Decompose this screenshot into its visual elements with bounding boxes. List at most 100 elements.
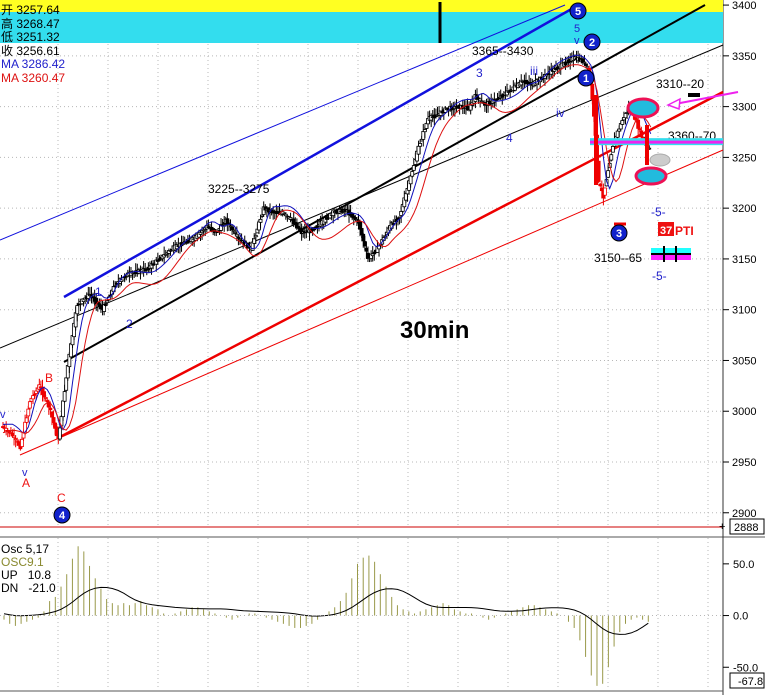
- candle-body: [24, 417, 29, 423]
- price-tick-label: 3400: [732, 0, 756, 12]
- osc-tick-label: 0.0: [733, 611, 748, 623]
- candle-body: [410, 171, 415, 177]
- ohlc-label: 开: [1, 3, 14, 17]
- candle-body: [590, 83, 595, 100]
- dn-value: -21.0: [28, 581, 56, 595]
- candle-body: [31, 395, 35, 400]
- candle-body: [416, 145, 421, 155]
- candle-body: [421, 131, 426, 140]
- candle-body: [231, 229, 236, 232]
- candle-body: [615, 130, 620, 138]
- ohlc-row: 开 3257.64: [1, 3, 65, 18]
- wave-label-c: C: [57, 491, 66, 505]
- annotation-3310-20: 3310--20: [656, 77, 704, 91]
- candle-body: [495, 98, 500, 101]
- gray-ellipse: [649, 153, 671, 167]
- ohlc-value: 3260.47: [18, 70, 66, 85]
- candle-body: [230, 226, 235, 231]
- candle-body: [606, 170, 611, 178]
- target-band-fill: [0, 12, 723, 43]
- price-tick-label: 3300: [732, 102, 756, 114]
- candle-body: [238, 238, 242, 241]
- candle-body: [598, 183, 603, 187]
- candle-body: [422, 129, 427, 133]
- candle-body: [20, 438, 24, 447]
- candle-body: [236, 236, 241, 239]
- wave-small-5: 5: [574, 23, 580, 35]
- wave-4-circle-text: 4: [59, 510, 66, 522]
- price-tick-label: 3350: [732, 51, 756, 63]
- wave-label-3: 3: [476, 66, 483, 80]
- oscillator-info: Osc 5,17 OSC9.1 UP 10.8 DN -21.0: [1, 543, 56, 595]
- candle-body: [637, 128, 642, 131]
- wave-label-iv: iv: [556, 106, 565, 120]
- candle-body: [364, 247, 369, 252]
- candle-body: [73, 312, 78, 328]
- price-tick-label: 3000: [732, 406, 756, 418]
- price-tick-label: 3100: [732, 305, 756, 317]
- candle-body: [639, 130, 644, 138]
- candle-body: [257, 221, 261, 231]
- up-value: 10.8: [27, 568, 52, 582]
- candle-body: [234, 233, 239, 237]
- candle-body: [479, 100, 484, 103]
- annotation-3150-65: 3150--65: [594, 251, 642, 265]
- dn-label: DN: [1, 581, 19, 595]
- candle-body: [362, 241, 367, 247]
- candle-body: [411, 165, 416, 171]
- candle-body: [620, 120, 625, 125]
- ohlc-value: 3256.61: [13, 43, 60, 58]
- ohlc-value: 3257.64: [13, 3, 60, 17]
- ohlc-row: MA 3260.47: [1, 70, 66, 86]
- candle-body: [585, 66, 590, 69]
- annotation-minus5-a: -5-: [651, 205, 666, 219]
- ohlc-label: MA: [1, 70, 19, 85]
- wave-1-circle-text: 1: [583, 73, 589, 85]
- wave-3-circle-text: 3: [616, 228, 622, 240]
- candle-body: [43, 397, 48, 399]
- osc-tick-label: 50.0: [733, 559, 754, 571]
- ohlc-row: MA 3286.42: [1, 57, 65, 72]
- crosshair-icon: +: [719, 521, 725, 533]
- candle-body: [54, 426, 59, 437]
- candle-body: [283, 213, 288, 217]
- candle-body: [163, 253, 168, 256]
- current-osc-label: -67.8: [738, 676, 763, 688]
- candle-body: [623, 112, 628, 119]
- osc-tick-label: -50.0: [733, 662, 758, 674]
- wave-label-iii: iii: [530, 64, 538, 78]
- pti-text: PTI: [675, 224, 694, 238]
- candle-body: [26, 408, 31, 417]
- wave-small-v: v: [574, 35, 580, 47]
- price-tick-label: 3200: [732, 203, 756, 215]
- candle-body: [603, 187, 607, 196]
- candle-body: [103, 304, 108, 306]
- candle-body: [609, 154, 614, 161]
- candle-body: [64, 377, 69, 391]
- wave-label-v-left: v: [0, 409, 6, 421]
- candle-body: [42, 391, 46, 398]
- annotation-minus5-b: -5-: [652, 269, 667, 283]
- price-tick-label: 3150: [732, 254, 756, 266]
- up-label: UP: [1, 568, 18, 582]
- wave-label-2: 2: [126, 317, 133, 331]
- price-tick-label: 2900: [732, 508, 756, 520]
- candle-body: [10, 432, 15, 437]
- wave-label-4: 4: [506, 131, 513, 145]
- ohlc-info: 开 3257.64 高 3268.47 低 3251.32 收 3256.61 MA 3…: [1, 3, 66, 86]
- wave-label-b: B: [45, 371, 53, 385]
- ohlc-value: 3268.47: [13, 16, 60, 31]
- target-ellipse-upper: [626, 97, 660, 119]
- candle-body: [201, 229, 206, 232]
- candle-body: [584, 63, 588, 66]
- annotation-3225-3275: 3225--3275: [208, 182, 270, 196]
- candle-body: [12, 435, 16, 438]
- candle-body: [361, 233, 366, 242]
- wave-5-circle-text: 5: [575, 6, 581, 18]
- candle-body: [260, 214, 265, 217]
- ohlc-label: 收: [1, 43, 14, 58]
- price-tick-label: 3250: [732, 152, 756, 164]
- candle-body: [418, 143, 423, 147]
- candle-body: [582, 61, 587, 64]
- candle-body: [62, 391, 67, 402]
